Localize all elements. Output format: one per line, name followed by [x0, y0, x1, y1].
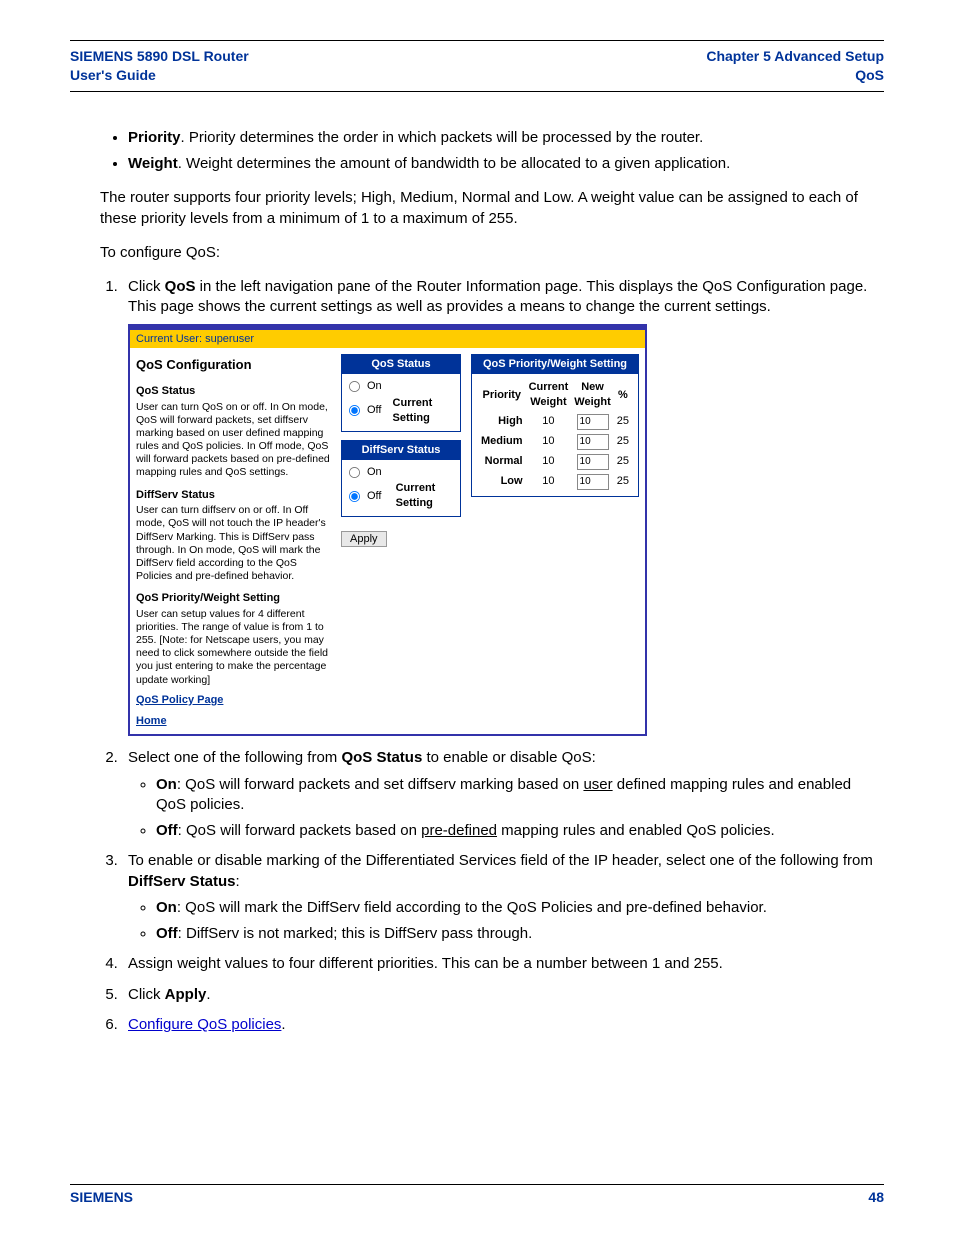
header-right-1: Chapter 5 Advanced Setup: [706, 47, 884, 66]
embed-title: QoS Configuration: [136, 356, 331, 374]
table-row: Medium 10 25: [478, 432, 632, 452]
step-6: Configure QoS policies.: [122, 1015, 884, 1035]
qos-off-label: Off: [367, 403, 381, 418]
steps-list: Click QoS in the left navigation pane of…: [100, 277, 884, 1035]
diffserv-on-label: On: [367, 465, 382, 480]
page-number: 48: [868, 1189, 884, 1205]
new-weight-high[interactable]: [577, 414, 609, 430]
step-5: Click Apply.: [122, 985, 884, 1005]
table-row: Normal 10 25: [478, 452, 632, 472]
paragraph-support: The router supports four priority levels…: [100, 188, 884, 229]
help-diffserv-h: DiffServ Status: [136, 488, 331, 503]
help-pw-p: User can setup values for 4 different pr…: [136, 608, 331, 687]
page-header: SIEMENS 5890 DSL Router User's Guide Cha…: [70, 47, 884, 85]
current-user-bar: Current User: superuser: [130, 330, 645, 349]
qos-config-screenshot: Current User: superuser QoS Configuratio…: [128, 324, 647, 737]
diffserv-status-panel: DiffServ Status On Off Current Setting: [341, 440, 461, 517]
intro-bullets: Priority. Priority determines the order …: [100, 128, 884, 175]
bullet-priority: Priority. Priority determines the order …: [128, 128, 884, 148]
diffserv-current-setting: Current Setting: [396, 481, 454, 511]
step-3-on: On: QoS will mark the DiffServ field acc…: [156, 898, 884, 918]
diffserv-off-label: Off: [367, 489, 381, 504]
help-diffserv-p: User can turn diffserv on or off. In Off…: [136, 504, 331, 583]
page-footer: SIEMENS 48: [70, 1184, 884, 1205]
diffserv-status-panel-h: DiffServ Status: [342, 441, 460, 460]
configure-qos-policies-link[interactable]: Configure QoS policies: [128, 1016, 281, 1033]
table-row: Low 10 25: [478, 472, 632, 492]
qos-off-radio[interactable]: [349, 405, 360, 416]
step-1: Click QoS in the left navigation pane of…: [122, 277, 884, 736]
footer-brand: SIEMENS: [70, 1189, 133, 1205]
th-priority: Priority: [478, 378, 526, 412]
new-weight-low[interactable]: [577, 474, 609, 490]
qos-policy-page-link[interactable]: QoS Policy Page: [136, 693, 331, 708]
th-new-weight: New Weight: [571, 378, 613, 412]
qos-current-setting: Current Setting: [393, 396, 454, 426]
priority-weight-panel: QoS Priority/Weight Setting Priority Cur…: [471, 354, 639, 497]
help-pw-h: QoS Priority/Weight Setting: [136, 591, 331, 606]
table-row: High 10 25: [478, 412, 632, 432]
help-qos-status-p: User can turn QoS on or off. In On mode,…: [136, 401, 331, 480]
new-weight-normal[interactable]: [577, 454, 609, 470]
diffserv-off-radio[interactable]: [349, 491, 360, 502]
bullet-weight: Weight. Weight determines the amount of …: [128, 154, 884, 174]
step-2-on: On: QoS will forward packets and set dif…: [156, 775, 884, 816]
header-left-1: SIEMENS 5890 DSL Router: [70, 47, 249, 66]
header-left-2: User's Guide: [70, 66, 249, 85]
priority-weight-panel-h: QoS Priority/Weight Setting: [472, 355, 638, 374]
qos-on-radio[interactable]: [349, 381, 360, 392]
home-link[interactable]: Home: [136, 714, 331, 729]
step-2: Select one of the following from QoS Sta…: [122, 748, 884, 841]
header-right-2: QoS: [706, 66, 884, 85]
qos-status-panel-h: QoS Status: [342, 355, 460, 374]
apply-button[interactable]: Apply: [341, 531, 387, 547]
step-3-off: Off: DiffServ is not marked; this is Dif…: [156, 924, 884, 944]
diffserv-on-radio[interactable]: [349, 466, 360, 477]
qos-status-panel: QoS Status On Off Current Setting: [341, 354, 461, 431]
new-weight-medium[interactable]: [577, 434, 609, 450]
paragraph-configure: To configure QoS:: [100, 243, 884, 263]
step-4: Assign weight values to four different p…: [122, 954, 884, 974]
th-current-weight: Current Weight: [526, 378, 572, 412]
help-qos-status-h: QoS Status: [136, 384, 331, 399]
step-3: To enable or disable marking of the Diff…: [122, 851, 884, 944]
th-percent: %: [614, 378, 632, 412]
step-2-off: Off: QoS will forward packets based on p…: [156, 821, 884, 841]
qos-on-label: On: [367, 379, 382, 394]
